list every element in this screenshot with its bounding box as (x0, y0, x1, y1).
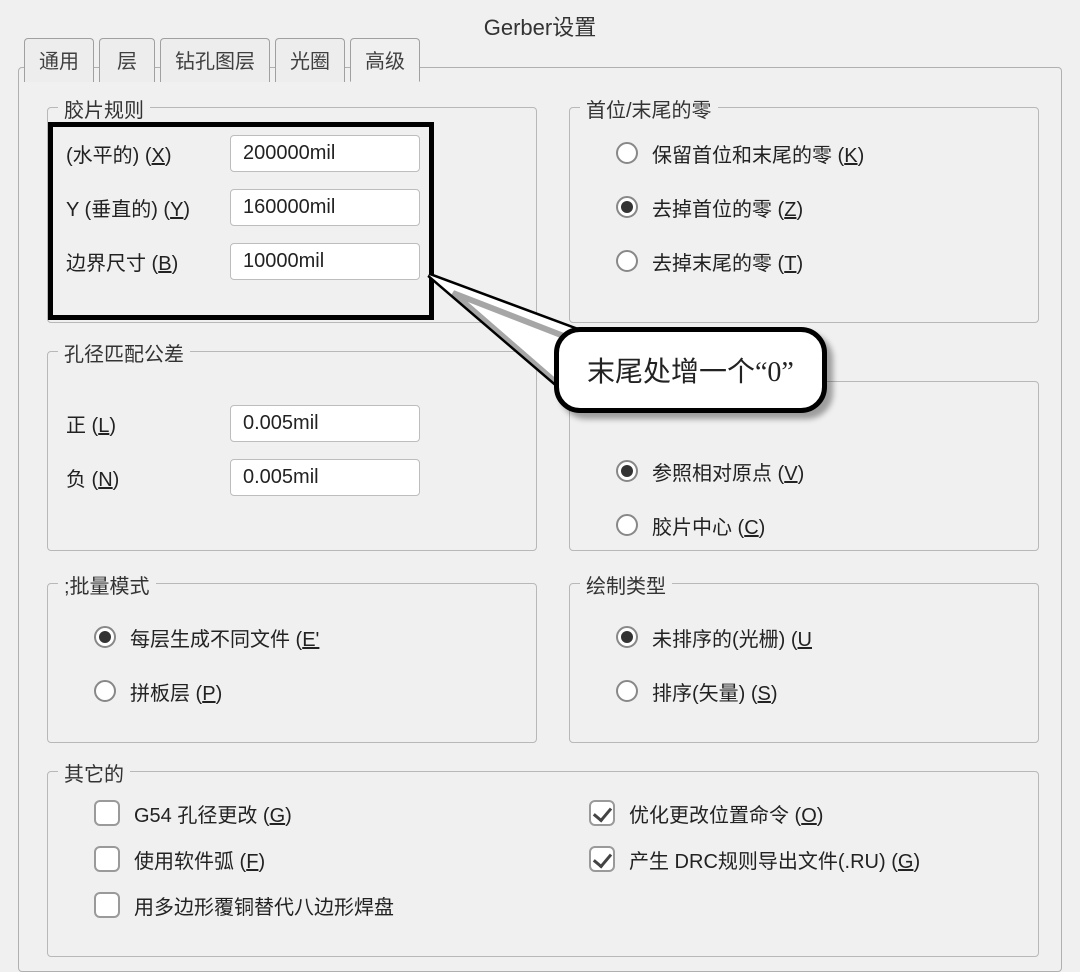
input-film-b[interactable] (230, 243, 420, 280)
group-batch: ;批量模式 每层生成不同文件 (E' 拼板层 (P) (47, 583, 537, 743)
label-b: 边界尺寸 (B) (66, 247, 216, 276)
radio-batch-panel[interactable]: 拼板层 (P) (48, 664, 536, 718)
checkbox-icon (94, 846, 120, 872)
radio-label: 拼板层 (P) (130, 677, 222, 706)
radio-zeros-trail[interactable]: 去掉末尾的零 (T) (570, 234, 1038, 288)
input-film-y[interactable] (230, 189, 420, 226)
radio-label: 每层生成不同文件 (E' (130, 623, 319, 652)
group-zeros: 首位/末尾的零 保留首位和末尾的零 (K) 去掉首位的零 (Z) 去掉末尾的零 … (569, 107, 1039, 323)
group-plot-type: 绘制类型 未排序的(光栅) (U 排序(矢量) (S) (569, 583, 1039, 743)
radio-label: 去掉末尾的零 (T) (652, 247, 803, 276)
label-pos: 正 (L) (66, 409, 216, 438)
check-drc[interactable]: 产生 DRC规则导出文件(.RU) (G) (543, 836, 1038, 882)
radio-label: 去掉首位的零 (Z) (652, 193, 803, 222)
legend-batch: ;批量模式 (58, 570, 156, 599)
radio-zeros-lead[interactable]: 去掉首位的零 (Z) (570, 180, 1038, 234)
radio-icon (616, 460, 638, 482)
radio-origin-relative[interactable]: 参照相对原点 (V) (570, 444, 1038, 498)
input-film-x[interactable] (230, 135, 420, 172)
radio-plot-unsorted[interactable]: 未排序的(光栅) (U (570, 610, 1038, 664)
legend-plottype: 绘制类型 (580, 570, 672, 599)
radio-label: 排序(矢量) (S) (652, 677, 778, 706)
check-label: 用多边形覆铜替代八边形焊盘 (134, 891, 394, 920)
label-neg: 负 (N) (66, 463, 216, 492)
radio-icon (616, 680, 638, 702)
legend-zeros: 首位/末尾的零 (580, 94, 718, 123)
annotation-callout: 末尾处增一个“0” (554, 327, 827, 413)
check-optimize[interactable]: 优化更改位置命令 (O) (543, 790, 1038, 836)
radio-label: 参照相对原点 (V) (652, 457, 804, 486)
radio-label: 未排序的(光栅) (U (652, 623, 812, 652)
check-arc[interactable]: 使用软件弧 (F) (48, 836, 543, 882)
check-label: 使用软件弧 (F) (134, 845, 265, 874)
checkbox-icon (94, 892, 120, 918)
radio-batch-perlayer[interactable]: 每层生成不同文件 (E' (48, 610, 536, 664)
radio-icon (94, 680, 116, 702)
input-tol-pos[interactable] (230, 405, 420, 442)
radio-origin-center[interactable]: 胶片中心 (C) (570, 498, 1038, 552)
check-polygon[interactable]: 用多边形覆铜替代八边形焊盘 (48, 882, 543, 928)
check-label: 优化更改位置命令 (O) (629, 799, 823, 828)
input-tol-neg[interactable] (230, 459, 420, 496)
radio-icon (616, 626, 638, 648)
radio-icon (616, 250, 638, 272)
radio-label: 保留首位和末尾的零 (K) (652, 139, 864, 168)
checkbox-icon (589, 846, 615, 872)
radio-label: 胶片中心 (C) (652, 511, 765, 540)
radio-icon (616, 142, 638, 164)
radio-zeros-keep[interactable]: 保留首位和末尾的零 (K) (570, 126, 1038, 180)
legend-tolerance: 孔径匹配公差 (58, 338, 190, 367)
legend-film-rules: 胶片规则 (58, 94, 150, 123)
checkbox-icon (589, 800, 615, 826)
check-label: G54 孔径更改 (G) (134, 799, 292, 828)
check-label: 产生 DRC规则导出文件(.RU) (G) (629, 845, 920, 874)
radio-plot-sorted[interactable]: 排序(矢量) (S) (570, 664, 1038, 718)
radio-icon (616, 514, 638, 536)
check-g54[interactable]: G54 孔径更改 (G) (48, 790, 543, 836)
advanced-panel: 通用 层 钻孔图层 光圈 高级 胶片规则 (水平的) (X) Y (垂直的) (… (18, 67, 1062, 972)
radio-icon (616, 196, 638, 218)
label-x: (水平的) (X) (66, 139, 216, 168)
checkbox-icon (94, 800, 120, 826)
label-y: Y (垂直的) (Y) (66, 193, 216, 222)
radio-icon (94, 626, 116, 648)
group-other: 其它的 G54 孔径更改 (G) 使用软件弧 (F) 用 (47, 771, 1039, 957)
legend-other: 其它的 (58, 758, 130, 787)
tab-advanced[interactable]: 高级 (350, 38, 420, 82)
